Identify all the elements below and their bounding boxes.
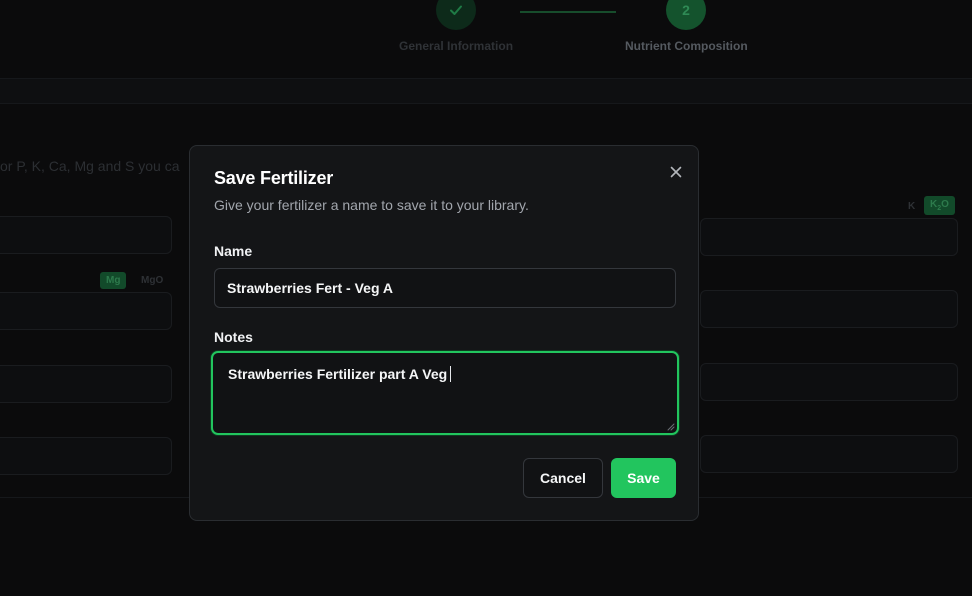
divider — [0, 103, 972, 104]
cancel-button[interactable]: Cancel — [523, 458, 603, 498]
close-button[interactable] — [666, 162, 686, 182]
page: 2 General Information Nutrient Compositi… — [0, 0, 972, 596]
step-general-information — [436, 0, 476, 30]
background-hint-text: or P, K, Ca, Mg and S you ca — [0, 158, 180, 174]
unit-toggle-k[interactable]: K — [902, 198, 921, 215]
dialog-description: Give your fertilizer a name to save it t… — [214, 197, 529, 213]
background-input[interactable] — [0, 292, 172, 330]
check-icon — [450, 5, 462, 15]
step-nutrient-composition: 2 — [666, 0, 706, 30]
notes-label: Notes — [214, 329, 253, 345]
notes-value: Strawberries Fertilizer part A Veg — [228, 366, 448, 382]
step-number: 2 — [682, 2, 690, 18]
resize-handle-icon[interactable] — [667, 423, 675, 431]
background-band — [0, 79, 972, 103]
background-input[interactable] — [0, 216, 172, 254]
background-input[interactable] — [0, 437, 172, 475]
background-input[interactable] — [0, 365, 172, 403]
unit-toggle-k2o[interactable]: K2O — [924, 196, 955, 215]
step-label-nutrient-composition: Nutrient Composition — [625, 39, 748, 53]
background-input[interactable] — [700, 363, 958, 401]
background-input[interactable] — [700, 218, 958, 256]
notes-textarea[interactable]: Strawberries Fertilizer part A Veg — [211, 351, 679, 435]
unit-toggle-mg[interactable]: Mg — [100, 272, 127, 289]
background-input[interactable] — [700, 290, 958, 328]
name-label: Name — [214, 243, 253, 259]
save-button[interactable]: Save — [611, 458, 676, 498]
text-caret — [450, 366, 452, 382]
step-label-general-information: General Information — [399, 39, 514, 53]
k2o-suffix: O — [941, 199, 949, 210]
name-input[interactable]: Strawberries Fert - Veg A — [214, 268, 676, 308]
dialog-title: Save Fertilizer — [214, 168, 334, 188]
close-icon — [670, 166, 682, 178]
save-fertilizer-dialog: Save Fertilizer Give your fertilizer a n… — [189, 145, 699, 521]
background-input[interactable] — [700, 435, 958, 473]
notes-textarea-content: Strawberries Fertilizer part A Veg — [228, 366, 452, 382]
stepper-connector — [520, 11, 616, 13]
name-input-value: Strawberries Fert - Veg A — [227, 280, 393, 296]
unit-toggle-mgo[interactable]: MgO — [135, 272, 169, 289]
